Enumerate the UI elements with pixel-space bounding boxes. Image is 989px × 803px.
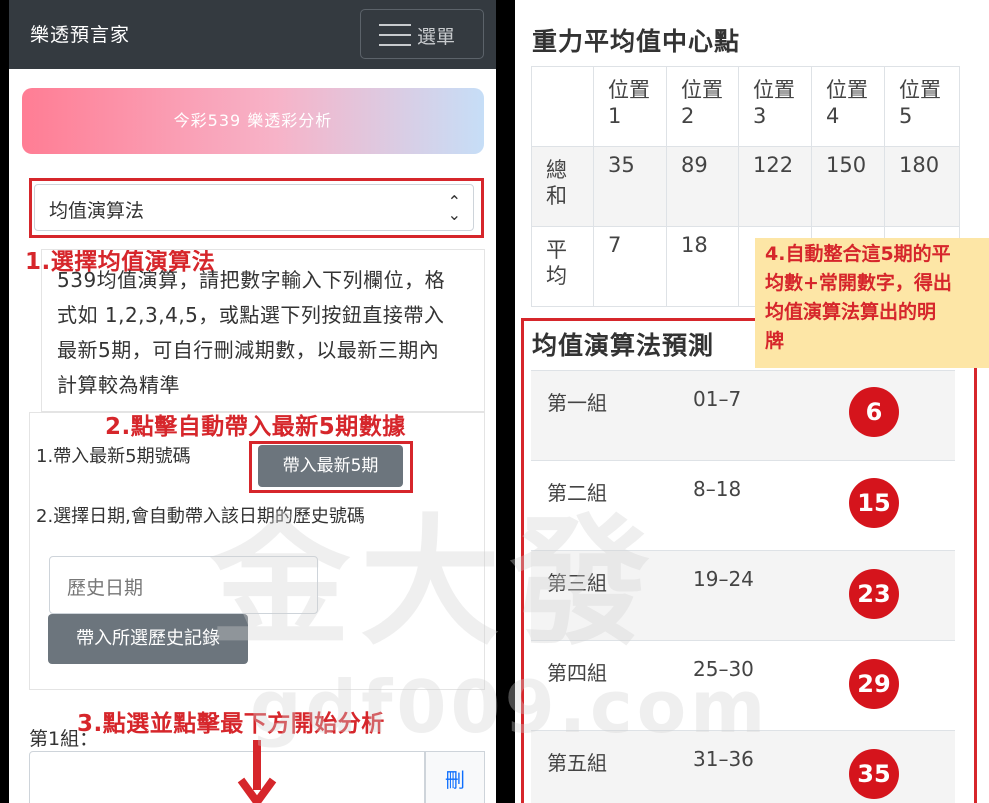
column-header: 位置2 xyxy=(666,66,739,147)
column-header: 位置1 xyxy=(593,66,667,147)
menu-label: 選單 xyxy=(417,26,456,48)
annotation-step2: 2.點擊自動帶入最新5期數據 xyxy=(105,414,406,440)
gravity-title: 重力平均值中心點 xyxy=(532,27,741,56)
table-cell: 180 xyxy=(884,146,960,227)
down-arrow-icon xyxy=(237,740,277,803)
table-cell: 122 xyxy=(738,146,812,227)
column-header: 位置4 xyxy=(811,66,885,147)
table-corner-cell xyxy=(531,66,594,147)
table-cell: 7 xyxy=(593,226,667,307)
column-header: 位置5 xyxy=(884,66,960,147)
annotation-step4-line: 4.自動整合這5期的平 xyxy=(765,243,951,265)
annotation-step4-line: 牌 xyxy=(765,330,785,352)
watermark-logo: 金大發 xyxy=(210,502,661,665)
table-cell: 89 xyxy=(666,146,739,227)
hamburger-icon xyxy=(379,24,411,46)
group1-input[interactable] xyxy=(29,751,425,803)
menu-toggle-button[interactable]: 選單 xyxy=(360,9,484,59)
table-cell: 35 xyxy=(593,146,667,227)
table-cell: 18 xyxy=(666,226,739,307)
annotation-step4-line: 均值演算法算出的明 xyxy=(765,301,937,323)
row-header: 平均 xyxy=(531,226,594,307)
brand-title[interactable]: 樂透預言家 xyxy=(30,20,130,47)
table-cell: 150 xyxy=(811,146,885,227)
watermark-url: gdf009.com xyxy=(250,665,770,749)
table-row: 總和 35 89 122 150 180 xyxy=(531,146,960,227)
annotation-step4-line: 均數+常開數字，得出 xyxy=(765,272,952,294)
intro-text: 539均值演算，請把數字輸入下列欄位，格式如 1,2,3,4,5，或點選下列按鈕… xyxy=(57,268,446,397)
history-date-placeholder: 歷史日期 xyxy=(67,577,144,599)
annotation-box-step1 xyxy=(29,178,484,238)
page-banner: 今彩539 樂透彩分析 xyxy=(22,88,484,154)
group1-label: 第1組： xyxy=(29,728,99,750)
group1-delete-button[interactable]: 刪 xyxy=(425,751,485,803)
annotation-step4: 4.自動整合這5期的平 均數+常開數字，得出 均值演算法算出的明 牌 xyxy=(755,238,989,368)
navbar: 樂透預言家 選單 xyxy=(9,0,496,69)
option1-label: 1.帶入最新5期號碼 xyxy=(36,446,191,467)
row-header: 總和 xyxy=(531,146,594,227)
column-header: 位置3 xyxy=(738,66,812,147)
table-header-row: 位置1 位置2 位置3 位置4 位置5 xyxy=(531,66,960,147)
